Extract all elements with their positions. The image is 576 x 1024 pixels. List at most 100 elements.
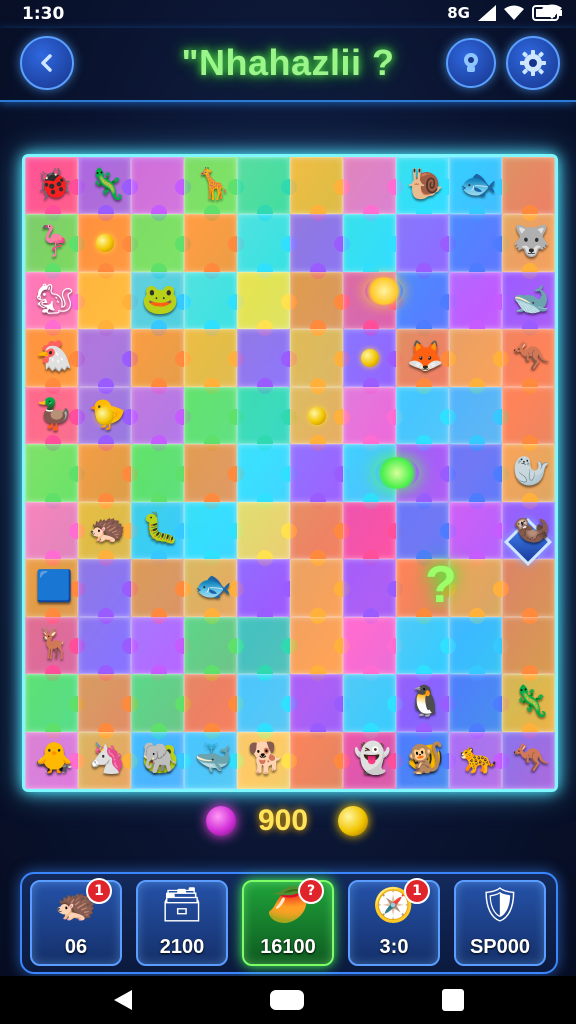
powerup-box-button[interactable]: 🗃 2100 xyxy=(136,880,228,966)
puzzle-piece[interactable] xyxy=(237,616,297,682)
puzzle-piece[interactable] xyxy=(131,559,191,624)
puzzle-piece[interactable] xyxy=(396,501,456,567)
puzzle-piece[interactable] xyxy=(237,271,297,337)
puzzle-board[interactable]: ? 🐞🦎🦒🐌🐟🦩🐺🐿🐸🐋🐔🦊🦘🦆🐤🦭🦔🐛🦦🟦🐟🦌🦎🐧🦡🐸🐳🦉🐠🐥🦄🐘🐕👻🐒🐆🦘 xyxy=(22,154,558,792)
puzzle-piece[interactable] xyxy=(131,329,191,394)
puzzle-piece[interactable] xyxy=(343,386,403,452)
puzzle-piece[interactable] xyxy=(343,559,403,624)
puzzle-piece[interactable] xyxy=(184,329,244,394)
puzzle-piece[interactable] xyxy=(396,616,456,682)
creature-sprite: 🦔 xyxy=(88,511,126,547)
puzzle-piece[interactable] xyxy=(290,444,350,509)
puzzle-piece[interactable] xyxy=(290,329,350,394)
puzzle-piece[interactable] xyxy=(343,501,403,567)
system-nav-bar xyxy=(0,976,576,1024)
puzzle-piece[interactable] xyxy=(131,157,191,222)
puzzle-piece[interactable] xyxy=(290,271,350,337)
puzzle-piece[interactable] xyxy=(396,214,456,279)
puzzle-piece[interactable] xyxy=(131,386,191,452)
puzzle-piece[interactable] xyxy=(290,501,350,567)
puzzle-piece[interactable] xyxy=(237,329,297,394)
puzzle-piece[interactable] xyxy=(290,731,350,789)
puzzle-piece[interactable] xyxy=(290,214,350,279)
puzzle-piece[interactable] xyxy=(449,501,509,567)
powerup-shield-icon: 🛡 xyxy=(478,885,522,925)
glowing-piece[interactable] xyxy=(375,457,419,489)
puzzle-piece[interactable] xyxy=(131,616,191,682)
puzzle-piece[interactable] xyxy=(184,616,244,682)
puzzle-piece[interactable] xyxy=(184,214,244,279)
puzzle-piece[interactable] xyxy=(237,559,297,624)
golden-piece[interactable] xyxy=(365,277,403,305)
puzzle-piece[interactable] xyxy=(396,386,456,452)
hint-button[interactable] xyxy=(446,38,496,88)
puzzle-piece[interactable] xyxy=(449,214,509,279)
puzzle-piece[interactable] xyxy=(343,157,403,222)
chevron-left-icon xyxy=(41,54,52,72)
puzzle-piece[interactable] xyxy=(343,616,403,682)
creature-sprite: 👻 xyxy=(353,741,391,777)
puzzle-piece[interactable] xyxy=(396,271,456,337)
puzzle-piece[interactable] xyxy=(131,674,191,739)
puzzle-piece[interactable] xyxy=(237,674,297,739)
puzzle-piece[interactable] xyxy=(237,501,297,567)
puzzle-piece[interactable] xyxy=(343,674,403,739)
powerup-count: 2100 xyxy=(159,936,205,958)
puzzle-piece[interactable] xyxy=(78,674,138,739)
puzzle-piece[interactable] xyxy=(290,616,350,682)
creature-sprite: 🐆 xyxy=(459,741,497,777)
puzzle-piece[interactable] xyxy=(237,386,297,452)
coin-token-icon[interactable] xyxy=(360,349,379,368)
powerup-count: 06 xyxy=(64,936,88,958)
puzzle-piece[interactable] xyxy=(449,616,509,682)
creature-sprite: 🐔 xyxy=(35,339,73,375)
puzzle-piece[interactable] xyxy=(237,157,297,222)
puzzle-piece[interactable] xyxy=(502,616,555,682)
puzzle-piece[interactable] xyxy=(78,616,138,682)
puzzle-piece[interactable] xyxy=(184,444,244,509)
settings-button[interactable] xyxy=(506,36,560,90)
nav-home-button[interactable] xyxy=(270,990,304,1010)
puzzle-piece[interactable] xyxy=(184,386,244,452)
powerup-tray: 🦔 06 1 🗃 2100 🥭 16100? 🧭 3:0 1 🛡 SP000 xyxy=(20,872,558,974)
creature-sprite: 🦩 xyxy=(35,224,73,260)
back-button[interactable] xyxy=(20,36,74,90)
puzzle-piece[interactable] xyxy=(290,157,350,222)
puzzle-piece[interactable] xyxy=(502,157,555,222)
puzzle-piece[interactable] xyxy=(449,271,509,337)
puzzle-piece[interactable] xyxy=(25,501,85,567)
coin-token-icon[interactable] xyxy=(95,234,114,253)
puzzle-piece[interactable] xyxy=(184,674,244,739)
coin-token-icon[interactable] xyxy=(95,406,114,425)
nav-back-icon[interactable] xyxy=(112,988,134,1012)
nav-recents-button[interactable] xyxy=(442,989,464,1011)
creature-sprite: 🐺 xyxy=(512,224,550,260)
puzzle-piece[interactable] xyxy=(290,674,350,739)
puzzle-piece[interactable] xyxy=(78,271,138,337)
puzzle-piece[interactable] xyxy=(502,386,555,452)
creature-sprite: 🦒 xyxy=(194,166,232,202)
puzzle-piece[interactable] xyxy=(449,329,509,394)
puzzle-piece[interactable] xyxy=(449,444,509,509)
puzzle-piece[interactable] xyxy=(184,271,244,337)
puzzle-piece[interactable] xyxy=(237,214,297,279)
puzzle-piece[interactable] xyxy=(25,674,85,739)
puzzle-piece[interactable] xyxy=(184,501,244,567)
coin-token-icon[interactable] xyxy=(307,406,326,425)
puzzle-piece[interactable] xyxy=(237,444,297,509)
puzzle-piece[interactable] xyxy=(502,559,555,624)
powerup-compass-button[interactable]: 🧭 3:0 1 xyxy=(348,878,440,966)
puzzle-piece[interactable] xyxy=(78,444,138,509)
powerup-shield-button[interactable]: 🛡 SP000 xyxy=(454,880,546,966)
puzzle-piece[interactable] xyxy=(449,674,509,739)
puzzle-piece[interactable] xyxy=(131,444,191,509)
powerup-hedgehog-button[interactable]: 🦔 06 1 xyxy=(30,878,122,966)
puzzle-piece[interactable] xyxy=(131,214,191,279)
puzzle-piece[interactable] xyxy=(290,559,350,624)
puzzle-piece[interactable] xyxy=(78,329,138,394)
puzzle-piece[interactable] xyxy=(78,559,138,624)
puzzle-piece[interactable] xyxy=(343,214,403,279)
powerup-fruit-button[interactable]: 🥭 16100? xyxy=(242,878,334,966)
puzzle-piece[interactable] xyxy=(25,444,85,509)
puzzle-piece[interactable] xyxy=(449,386,509,452)
